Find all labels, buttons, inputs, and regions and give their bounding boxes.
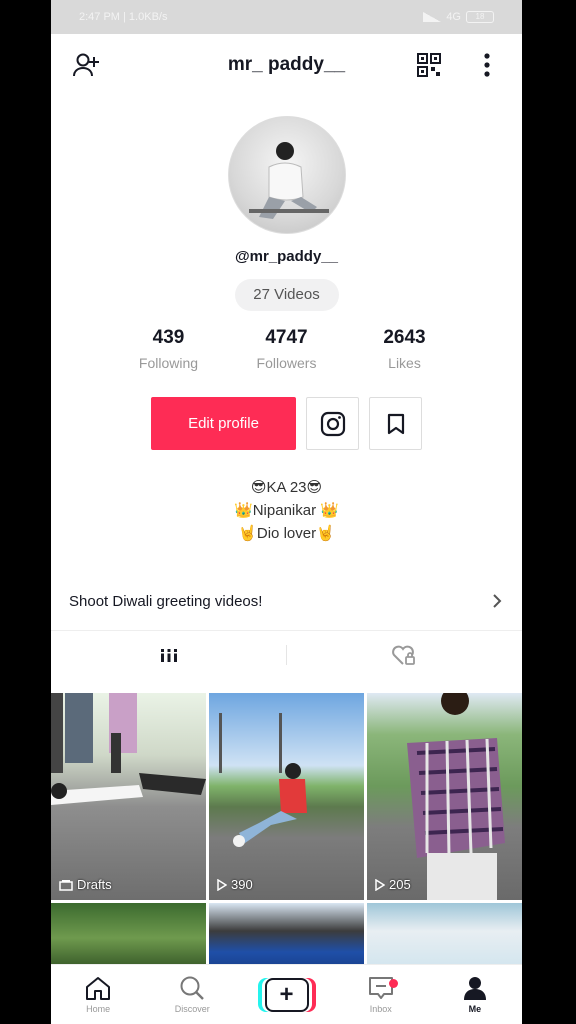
- home-icon: [86, 977, 111, 1000]
- bio-line: 😎KA 23😎: [250, 479, 323, 496]
- video-grid-row-2: [51, 903, 522, 973]
- inbox-icon: [368, 977, 393, 999]
- profile-actions: Edit profile: [51, 397, 522, 450]
- video-grid: Drafts 390 205: [51, 693, 522, 900]
- add-user-icon[interactable]: [71, 50, 101, 80]
- video-thumbnail[interactable]: 205: [367, 693, 522, 900]
- nav-label: Home: [86, 1004, 111, 1014]
- instagram-icon: [320, 411, 345, 436]
- view-count: 390: [217, 877, 253, 892]
- nav-me[interactable]: Me: [428, 975, 522, 1014]
- nav-create[interactable]: +: [239, 977, 333, 1012]
- video-thumbnail[interactable]: [367, 903, 522, 973]
- liked-videos-icon: [392, 645, 416, 665]
- stat-following[interactable]: 439 Following: [110, 327, 228, 371]
- bookmark-icon: [387, 413, 404, 434]
- video-thumbnail[interactable]: 390: [209, 693, 364, 900]
- status-bar: 2:47 PM | 1.0KB/s 4G 18: [51, 0, 522, 34]
- nav-inbox[interactable]: Inbox: [334, 975, 428, 1014]
- search-icon: [180, 976, 205, 1000]
- phone-screen: 2:47 PM | 1.0KB/s 4G 18 mr_ paddy__ @mr_…: [51, 0, 522, 1024]
- promo-text: Shoot Diwali greeting videos!: [69, 592, 263, 610]
- stat-value: 2643: [383, 327, 426, 348]
- profile-icon: [463, 977, 486, 1000]
- create-plus-icon: +: [261, 977, 312, 1012]
- profile-bio: 😎KA 23😎 👑Nipanikar 👑 🤘Dio lover🤘: [51, 476, 522, 545]
- notification-dot: [388, 979, 398, 988]
- profile-stats: 439 Following 4747 Followers 2643 Likes: [51, 327, 522, 371]
- stat-value: 439: [152, 327, 185, 348]
- nav-label: Discover: [174, 1004, 210, 1014]
- view-count-text: 205: [389, 877, 411, 892]
- stat-label: Following: [138, 355, 199, 371]
- play-icon: [217, 878, 227, 891]
- video-thumbnail[interactable]: [209, 903, 364, 973]
- stat-label: Followers: [256, 355, 317, 371]
- tab-divider: [286, 645, 287, 665]
- drafts-icon: [59, 879, 73, 891]
- profile-header: mr_ paddy__: [51, 34, 522, 96]
- edit-profile-button[interactable]: Edit profile: [151, 397, 296, 450]
- nav-home[interactable]: Home: [51, 975, 145, 1014]
- stat-followers[interactable]: 4747 Followers: [228, 327, 346, 371]
- tab-liked[interactable]: [287, 631, 523, 678]
- network-type: 4G: [446, 11, 461, 23]
- stat-likes[interactable]: 2643 Likes: [346, 327, 464, 371]
- signal-icon: [423, 12, 442, 22]
- drafts-label: Drafts: [59, 877, 112, 892]
- diwali-promo-banner[interactable]: Shoot Diwali greeting videos!: [51, 589, 522, 613]
- nav-discover[interactable]: Discover: [145, 975, 239, 1014]
- profile-tabs: [51, 630, 522, 678]
- nav-label: Me: [468, 1004, 482, 1014]
- bio-line: 🤘Dio lover🤘: [238, 525, 335, 542]
- grid-icon: [159, 646, 178, 662]
- user-handle: @mr_paddy__: [234, 248, 338, 265]
- video-thumbnail[interactable]: [51, 903, 206, 973]
- plus-glyph: +: [264, 977, 309, 1012]
- view-count: 205: [375, 877, 411, 892]
- view-count-text: 390: [231, 877, 253, 892]
- status-indicators: 4G 18: [423, 11, 494, 23]
- play-icon: [375, 878, 385, 891]
- stat-label: Likes: [388, 355, 421, 371]
- tab-videos[interactable]: [51, 631, 287, 678]
- qr-code-icon[interactable]: [414, 50, 444, 80]
- stat-value: 4747: [265, 327, 308, 348]
- more-vertical-icon[interactable]: [472, 50, 502, 80]
- nav-label: Inbox: [369, 1004, 392, 1014]
- drafts-text: Drafts: [77, 877, 112, 892]
- chevron-right-icon: [493, 594, 502, 608]
- profile-avatar[interactable]: [227, 116, 346, 234]
- battery-icon: 18: [466, 11, 494, 23]
- instagram-button[interactable]: [306, 397, 359, 450]
- favorites-button[interactable]: [369, 397, 422, 450]
- videos-count-pill[interactable]: 27 Videos: [234, 279, 339, 311]
- status-time: 2:47 PM | 1.0KB/s: [79, 11, 168, 23]
- bio-line: 👑Nipanikar 👑: [234, 502, 339, 519]
- bottom-navigation: Home Discover + Inbox Me: [51, 964, 522, 1024]
- video-thumbnail-drafts[interactable]: Drafts: [51, 693, 206, 900]
